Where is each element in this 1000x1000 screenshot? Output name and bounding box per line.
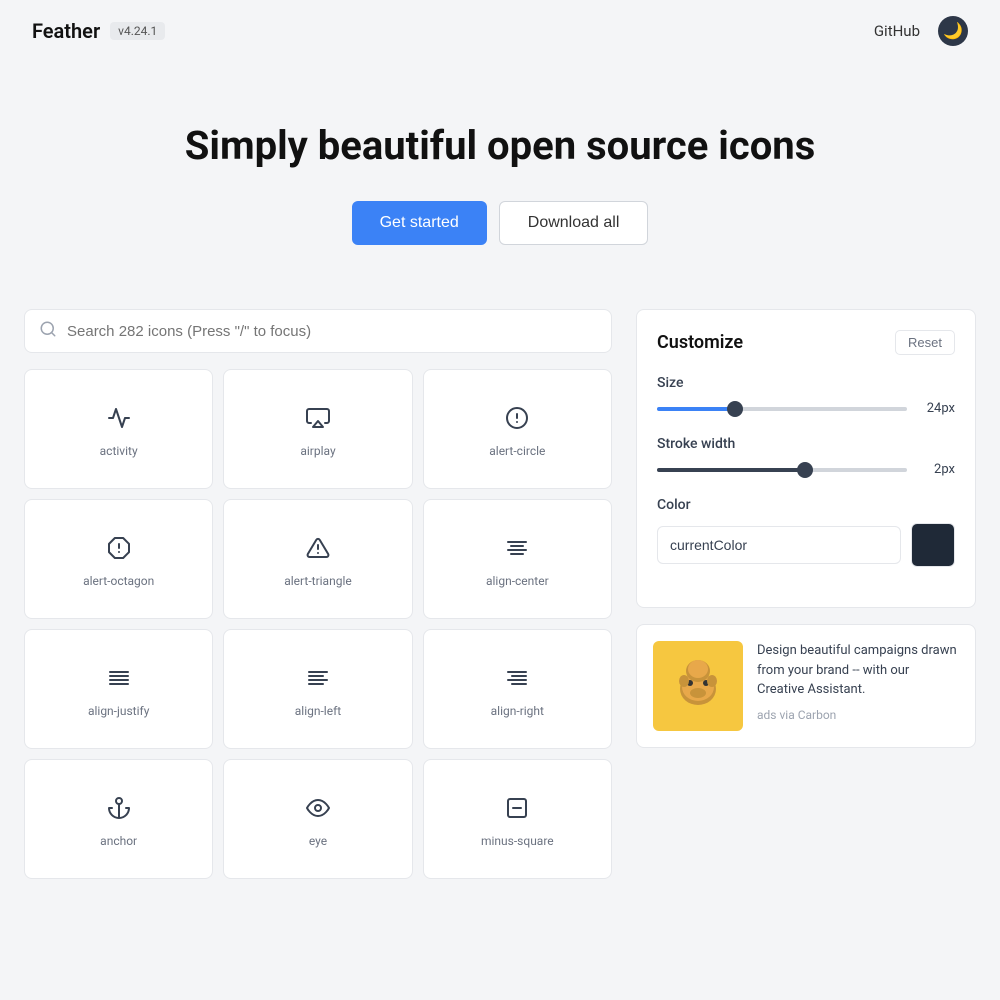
- minus-square-icon: [505, 796, 529, 820]
- ad-logo-icon: [663, 651, 733, 721]
- align-right-icon: [505, 666, 529, 690]
- ad-card[interactable]: Design beautiful campaigns drawn from yo…: [636, 624, 976, 748]
- icon-label-alert-octagon: alert-octagon: [83, 574, 154, 588]
- icon-label-align-justify: align-justify: [88, 704, 149, 718]
- right-panel: Customize Reset Size 24px Stroke width 2…: [636, 309, 976, 879]
- stroke-slider-row: 2px: [657, 462, 955, 477]
- icon-card-alert-circle[interactable]: alert-circle: [423, 369, 612, 489]
- align-left-icon: [306, 666, 330, 690]
- icon-card-align-center[interactable]: align-center: [423, 499, 612, 619]
- icon-card-align-right[interactable]: align-right: [423, 629, 612, 749]
- icon-card-alert-triangle[interactable]: alert-triangle: [223, 499, 412, 619]
- icon-card-airplay[interactable]: airplay: [223, 369, 412, 489]
- icon-label-activity: activity: [100, 444, 138, 458]
- reset-button[interactable]: Reset: [895, 330, 955, 355]
- alert-triangle-icon: [306, 536, 330, 560]
- github-link[interactable]: GitHub: [874, 22, 920, 40]
- ad-content: Design beautiful campaigns drawn from yo…: [757, 641, 959, 731]
- customize-title: Customize: [657, 332, 743, 353]
- ad-text: Design beautiful campaigns drawn from yo…: [757, 641, 959, 700]
- dark-mode-button[interactable]: 🌙: [938, 16, 968, 46]
- icons-grid: activity airplay: [24, 369, 612, 879]
- icon-card-alert-octagon[interactable]: alert-octagon: [24, 499, 213, 619]
- hero-buttons: Get started Download all: [20, 201, 980, 245]
- color-swatch[interactable]: [911, 523, 955, 567]
- color-row: [657, 523, 955, 567]
- header-left: Feather v4.24.1: [32, 19, 165, 43]
- color-input[interactable]: [657, 526, 901, 564]
- alert-octagon-icon: [107, 536, 131, 560]
- align-center-icon: [505, 536, 529, 560]
- eye-icon: [306, 796, 330, 820]
- main-content: activity airplay: [0, 285, 1000, 903]
- airplay-icon: [306, 406, 330, 430]
- icon-card-minus-square[interactable]: minus-square: [423, 759, 612, 879]
- activity-icon: [107, 406, 131, 430]
- icon-card-activity[interactable]: activity: [24, 369, 213, 489]
- left-panel: activity airplay: [24, 309, 612, 879]
- icon-label-align-right: align-right: [491, 704, 544, 718]
- color-control: Color: [657, 497, 955, 567]
- customize-header: Customize Reset: [657, 330, 955, 355]
- icon-card-align-justify[interactable]: align-justify: [24, 629, 213, 749]
- icon-card-eye[interactable]: eye: [223, 759, 412, 879]
- size-slider[interactable]: [657, 407, 907, 411]
- hero-section: Simply beautiful open source icons Get s…: [0, 62, 1000, 285]
- search-bar: [24, 309, 612, 353]
- icon-label-align-left: align-left: [295, 704, 341, 718]
- size-control: Size 24px: [657, 375, 955, 416]
- search-icon: [39, 320, 57, 342]
- header: Feather v4.24.1 GitHub 🌙: [0, 0, 1000, 62]
- size-value: 24px: [919, 401, 955, 416]
- download-all-button[interactable]: Download all: [499, 201, 649, 245]
- get-started-button[interactable]: Get started: [352, 201, 487, 245]
- customize-panel: Customize Reset Size 24px Stroke width 2…: [636, 309, 976, 608]
- icon-label-airplay: airplay: [300, 444, 335, 458]
- brand-name: Feather: [32, 19, 100, 43]
- header-right: GitHub 🌙: [874, 16, 968, 46]
- stroke-control: Stroke width 2px: [657, 436, 955, 477]
- search-input[interactable]: [67, 323, 597, 340]
- alert-circle-icon: [505, 406, 529, 430]
- size-slider-row: 24px: [657, 401, 955, 416]
- version-badge: v4.24.1: [110, 22, 165, 40]
- stroke-value: 2px: [919, 462, 955, 477]
- hero-title: Simply beautiful open source icons: [20, 122, 980, 169]
- ad-image: [653, 641, 743, 731]
- icon-label-alert-triangle: alert-triangle: [284, 574, 352, 588]
- icon-card-align-left[interactable]: align-left: [223, 629, 412, 749]
- ad-source: ads via Carbon: [757, 708, 959, 722]
- icon-label-align-center: align-center: [486, 574, 549, 588]
- stroke-label: Stroke width: [657, 436, 955, 452]
- icon-card-anchor[interactable]: anchor: [24, 759, 213, 879]
- color-label: Color: [657, 497, 955, 513]
- align-justify-icon: [107, 666, 131, 690]
- stroke-slider[interactable]: [657, 468, 907, 472]
- size-label: Size: [657, 375, 955, 391]
- icon-label-eye: eye: [309, 834, 327, 848]
- icon-label-alert-circle: alert-circle: [489, 444, 545, 458]
- anchor-icon: [107, 796, 131, 820]
- moon-icon: 🌙: [943, 21, 963, 41]
- icon-label-anchor: anchor: [100, 834, 137, 848]
- icon-label-minus-square: minus-square: [481, 834, 554, 848]
